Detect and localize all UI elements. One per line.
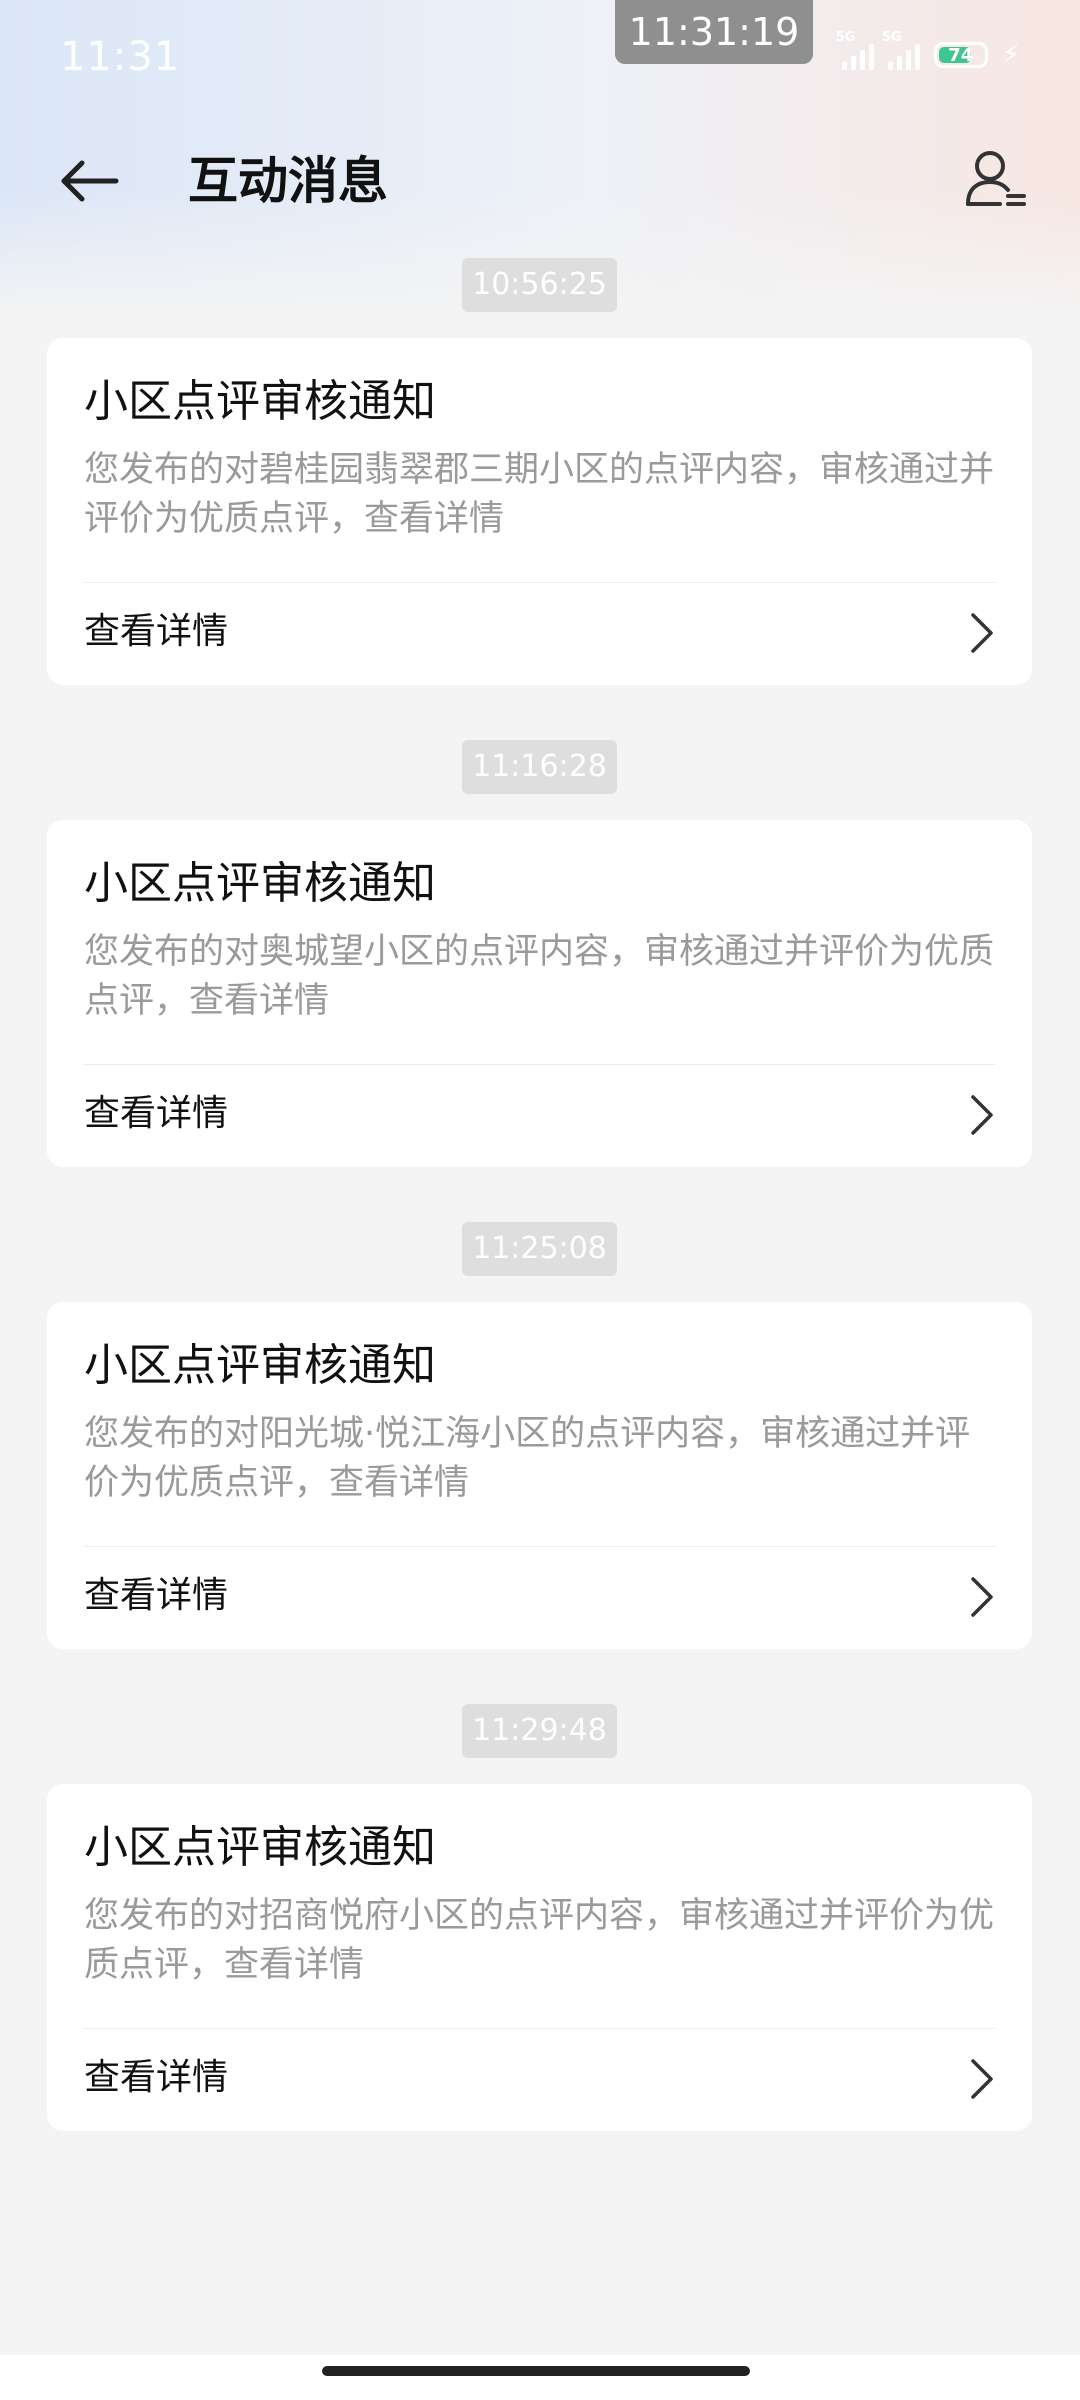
chevron-right-icon bbox=[971, 1577, 993, 1617]
view-details-label: 查看详情 bbox=[84, 611, 229, 652]
message-card[interactable]: 小区点评审核通知 您发布的对奥城望小区的点评内容，审核通过并评价为优质点评，查看… bbox=[47, 820, 1032, 1167]
battery-level: 74 bbox=[948, 45, 974, 66]
network-type-label: 5G bbox=[835, 30, 856, 45]
view-details-row[interactable]: 查看详情 bbox=[84, 2029, 995, 2131]
message-card[interactable]: 小区点评审核通知 您发布的对碧桂园翡翠郡三期小区的点评内容，审核通过并评价为优质… bbox=[47, 338, 1032, 685]
message-title: 小区点评审核通知 bbox=[84, 858, 436, 909]
user-list-icon bbox=[966, 151, 1026, 206]
profile-button[interactable] bbox=[960, 144, 1032, 216]
view-details-row[interactable]: 查看详情 bbox=[84, 583, 995, 685]
battery-icon: 74 bbox=[933, 42, 988, 68]
message-title: 小区点评审核通知 bbox=[84, 1340, 436, 1391]
message-timestamp: 11:25:08 bbox=[462, 1222, 617, 1276]
message-body: 您发布的对奥城望小区的点评内容，审核通过并评价为优质点评，查看详情 bbox=[84, 928, 995, 1065]
view-details-label: 查看详情 bbox=[84, 1575, 229, 1616]
chevron-right-icon bbox=[971, 1095, 993, 1135]
message-list: 10:56:25 小区点评审核通知 您发布的对碧桂园翡翠郡三期小区的点评内容，审… bbox=[47, 258, 1032, 2186]
message-group: 11:25:08 小区点评审核通知 您发布的对阳光城·悦江海小区的点评内容，审核… bbox=[47, 1222, 1032, 1649]
view-details-row[interactable]: 查看详情 bbox=[84, 1065, 995, 1167]
charging-icon: ⚡ bbox=[1001, 40, 1020, 70]
message-timestamp: 11:29:48 bbox=[462, 1704, 617, 1758]
message-card[interactable]: 小区点评审核通知 您发布的对阳光城·悦江海小区的点评内容，审核通过并评价为优质点… bbox=[47, 1302, 1032, 1649]
app-header: 互动消息 bbox=[0, 120, 1080, 240]
message-body: 您发布的对阳光城·悦江海小区的点评内容，审核通过并评价为优质点评，查看详情 bbox=[84, 1410, 995, 1547]
clock-overlay: 11:31:19 bbox=[615, 0, 813, 64]
chevron-right-icon bbox=[971, 613, 993, 653]
status-time: 11:31 bbox=[60, 34, 181, 80]
message-body: 您发布的对碧桂园翡翠郡三期小区的点评内容，审核通过并评价为优质点评，查看详情 bbox=[84, 446, 995, 583]
status-bar: 11:31 11:31:19 5G 5G 74 ⚡ bbox=[0, 0, 1080, 120]
message-group: 11:29:48 小区点评审核通知 您发布的对招商悦府小区的点评内容，审核通过并… bbox=[47, 1704, 1032, 2131]
message-timestamp: 10:56:25 bbox=[462, 258, 617, 312]
page-title: 互动消息 bbox=[188, 152, 388, 210]
message-title: 小区点评审核通知 bbox=[84, 1822, 436, 1873]
cellular-signal-icon: 5G bbox=[836, 30, 874, 70]
home-indicator[interactable] bbox=[322, 2366, 750, 2376]
back-button[interactable] bbox=[56, 146, 126, 216]
status-icons: 5G 5G 74 ⚡ bbox=[836, 30, 1020, 70]
network-type-label: 5G bbox=[881, 30, 902, 45]
message-timestamp: 11:16:28 bbox=[462, 740, 617, 794]
chevron-right-icon bbox=[971, 2059, 993, 2099]
view-details-label: 查看详情 bbox=[84, 2057, 229, 2098]
gesture-bar-background bbox=[0, 2355, 1080, 2400]
view-details-row[interactable]: 查看详情 bbox=[84, 1547, 995, 1649]
cellular-signal-icon: 5G bbox=[882, 30, 920, 70]
view-details-label: 查看详情 bbox=[84, 1093, 229, 1134]
message-group: 10:56:25 小区点评审核通知 您发布的对碧桂园翡翠郡三期小区的点评内容，审… bbox=[47, 258, 1032, 685]
message-card[interactable]: 小区点评审核通知 您发布的对招商悦府小区的点评内容，审核通过并评价为优质点评，查… bbox=[47, 1784, 1032, 2131]
message-title: 小区点评审核通知 bbox=[84, 376, 436, 427]
arrow-left-icon bbox=[61, 160, 119, 202]
message-body: 您发布的对招商悦府小区的点评内容，审核通过并评价为优质点评，查看详情 bbox=[84, 1892, 995, 2029]
message-group: 11:16:28 小区点评审核通知 您发布的对奥城望小区的点评内容，审核通过并评… bbox=[47, 740, 1032, 1167]
